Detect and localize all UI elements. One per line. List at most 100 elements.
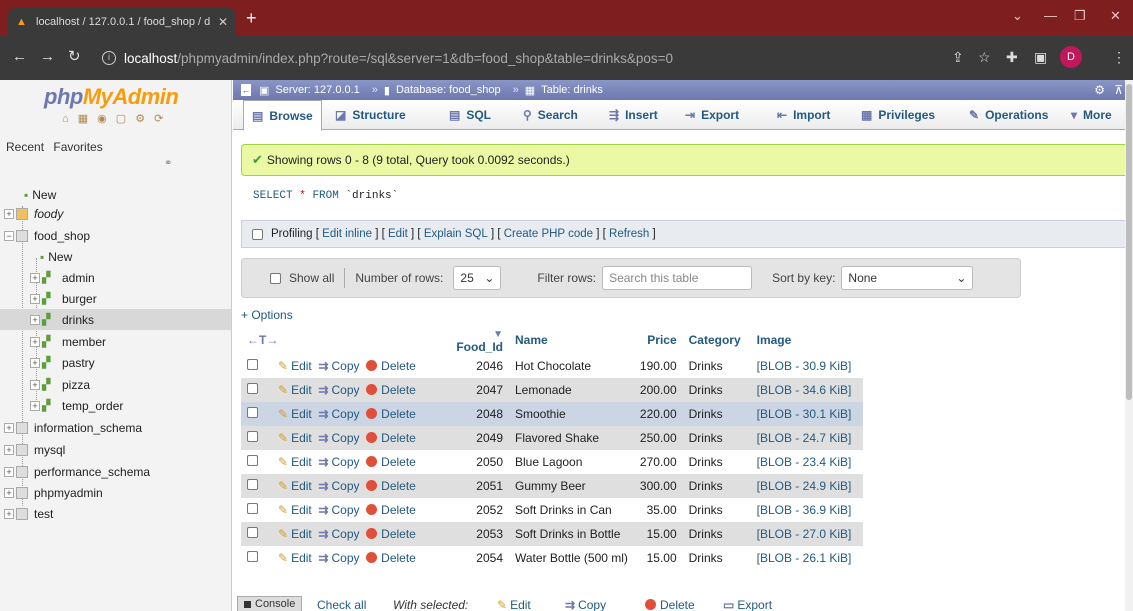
tab-insert[interactable]: ⇶ Insert xyxy=(601,100,666,130)
cell-price[interactable]: 35.00 xyxy=(633,498,683,522)
create-php-link[interactable]: Create PHP code xyxy=(504,228,593,240)
delete-button[interactable]: Delete xyxy=(366,503,416,517)
cell-food-id[interactable]: 2051 xyxy=(441,474,509,498)
table-row[interactable]: ✎ Edit ⇉ Copy Delete 2048 Smoothie 220.00 Drin… xyxy=(241,402,863,426)
copy-button[interactable]: ⇉ Copy xyxy=(318,527,359,541)
tree-item-mysql[interactable]: + mysql xyxy=(4,439,65,460)
breadcrumb-database[interactable]: Database: food_shop xyxy=(396,84,501,96)
url-field[interactable]: i localhost/phpmyadmin/index.php?route=/… xyxy=(102,42,947,74)
chevron-down-icon[interactable]: ⌄ xyxy=(1012,8,1023,24)
sidepanel-icon[interactable]: ▣ xyxy=(1034,49,1047,66)
expand-icon[interactable]: + xyxy=(30,379,40,390)
cell-image[interactable]: [BLOB - 24.9 KiB] xyxy=(750,474,863,498)
tree-item-new-table[interactable]: ▪ New xyxy=(40,246,72,267)
sql-query[interactable]: SELECT * FROM `drinks` xyxy=(241,180,1129,216)
console-button[interactable]: Console xyxy=(237,596,303,611)
cell-food-id[interactable]: 2052 xyxy=(441,498,509,522)
row-checkbox-cell[interactable] xyxy=(241,354,272,378)
table-row[interactable]: ✎ Edit ⇉ Copy Delete 2053 Soft Drinks in Bot… xyxy=(241,522,863,546)
sort-key-select[interactable]: None ⌄ xyxy=(841,266,974,290)
delete-button[interactable]: Delete xyxy=(366,455,416,469)
cell-category[interactable]: Drinks xyxy=(682,546,751,570)
expand-icon[interactable]: + xyxy=(30,336,40,347)
delete-button[interactable]: Delete xyxy=(366,527,416,541)
delete-button[interactable]: Delete xyxy=(366,383,416,397)
edit-link[interactable]: Edit xyxy=(388,228,408,240)
sidebar-item-pastry[interactable]: + ▞ pastry xyxy=(30,352,95,373)
copy-button[interactable]: ⇉ Copy xyxy=(318,455,359,469)
cell-food-id[interactable]: 2047 xyxy=(441,378,509,402)
profile-avatar[interactable]: D xyxy=(1060,46,1082,68)
cell-price[interactable]: 300.00 xyxy=(633,474,683,498)
copy-button[interactable]: ⇉ Copy xyxy=(318,479,359,493)
num-rows-select[interactable]: 25 ⌄ xyxy=(453,266,502,290)
edit-button[interactable]: ✎ Edit xyxy=(278,455,312,469)
tab-browse[interactable]: ▤ Browse xyxy=(243,100,322,131)
row-checkbox[interactable] xyxy=(247,407,258,418)
tree-item-foody[interactable]: + foody xyxy=(4,203,63,224)
tab-export[interactable]: ⇥ Export xyxy=(677,100,747,130)
cell-image[interactable]: [BLOB - 23.4 KiB] xyxy=(750,450,863,474)
expand-icon[interactable]: + xyxy=(4,508,14,519)
cell-category[interactable]: Drinks xyxy=(682,354,751,378)
cell-image[interactable]: [BLOB - 30.1 KiB] xyxy=(750,402,863,426)
cell-food-id[interactable]: 2053 xyxy=(441,522,509,546)
expand-icon[interactable]: + xyxy=(4,466,14,477)
edit-button[interactable]: ✎ Edit xyxy=(278,527,312,541)
delete-button[interactable]: Delete xyxy=(366,479,416,493)
expand-icon[interactable]: + xyxy=(4,208,14,219)
col-food-id[interactable]: ▼ Food_Id xyxy=(441,326,509,354)
footer-delete-button[interactable]: Delete xyxy=(645,598,695,611)
row-checkbox[interactable] xyxy=(247,383,258,394)
col-image[interactable]: Image xyxy=(750,326,863,354)
cell-price[interactable]: 15.00 xyxy=(633,546,683,570)
cell-price[interactable]: 220.00 xyxy=(633,402,683,426)
restore-icon[interactable]: ❐ xyxy=(1074,8,1086,24)
forward-icon[interactable]: → xyxy=(40,49,55,65)
sidebar-item-temp-order[interactable]: + ▞ temp_order xyxy=(30,395,123,416)
footer-edit-button[interactable]: ✎ Edit xyxy=(497,598,531,611)
cell-price[interactable]: 190.00 xyxy=(633,354,683,378)
cell-price[interactable]: 200.00 xyxy=(633,378,683,402)
copy-button[interactable]: ⇉ Copy xyxy=(318,431,359,445)
cell-category[interactable]: Drinks xyxy=(682,426,751,450)
sidebar-item-admin[interactable]: + ▞ admin xyxy=(30,267,95,288)
show-all-checkbox[interactable] xyxy=(270,272,281,284)
favorites-tab[interactable]: Favorites xyxy=(53,140,102,154)
row-checkbox[interactable] xyxy=(247,431,258,442)
tab-more[interactable]: ▾ More xyxy=(1063,100,1120,130)
row-checkbox[interactable] xyxy=(247,455,258,466)
expand-icon[interactable]: + xyxy=(4,487,14,498)
back-icon[interactable]: ← xyxy=(12,49,27,65)
table-row[interactable]: ✎ Edit ⇉ Copy Delete 2047 Lemonade 200.00 Drin… xyxy=(241,378,863,402)
cell-food-id[interactable]: 2049 xyxy=(441,426,509,450)
edit-button[interactable]: ✎ Edit xyxy=(278,359,312,373)
new-tab-icon[interactable]: + xyxy=(246,9,257,27)
edit-button[interactable]: ✎ Edit xyxy=(278,551,312,565)
cell-food-id[interactable]: 2050 xyxy=(441,450,509,474)
tab-search[interactable]: ⚲ Search xyxy=(515,100,586,130)
menu-icon[interactable]: ⋮ xyxy=(1112,49,1126,66)
minimize-icon[interactable]: — xyxy=(1044,8,1057,23)
cell-price[interactable]: 270.00 xyxy=(633,450,683,474)
tab-import[interactable]: ⇤ Import xyxy=(769,100,838,130)
browser-tab[interactable]: ▲ localhost / 127.0.0.1 / food_shop / d … xyxy=(8,8,236,36)
expand-icon[interactable]: + xyxy=(4,444,14,455)
copy-button[interactable]: ⇉ Copy xyxy=(318,383,359,397)
col-price[interactable]: Price xyxy=(633,326,683,354)
tab-sql[interactable]: ▤ SQL xyxy=(441,100,499,130)
cell-image[interactable]: [BLOB - 36.9 KiB] xyxy=(750,498,863,522)
cell-name[interactable]: Water Bottle (500 ml) xyxy=(509,546,634,570)
cell-name[interactable]: Smoothie xyxy=(509,402,634,426)
share-icon[interactable]: ⇪ xyxy=(952,49,964,66)
delete-button[interactable]: Delete xyxy=(366,431,416,445)
row-checkbox-cell[interactable] xyxy=(241,474,272,498)
cell-category[interactable]: Drinks xyxy=(682,450,751,474)
options-link[interactable]: + Options xyxy=(241,308,293,322)
cell-category[interactable]: Drinks xyxy=(682,522,751,546)
cell-name[interactable]: Lemonade xyxy=(509,378,634,402)
cell-category[interactable]: Drinks xyxy=(682,498,751,522)
cell-name[interactable]: Soft Drinks in Can xyxy=(509,498,634,522)
col-name[interactable]: Name xyxy=(509,326,634,354)
filter-rows-input[interactable]: Search this table xyxy=(602,266,753,290)
